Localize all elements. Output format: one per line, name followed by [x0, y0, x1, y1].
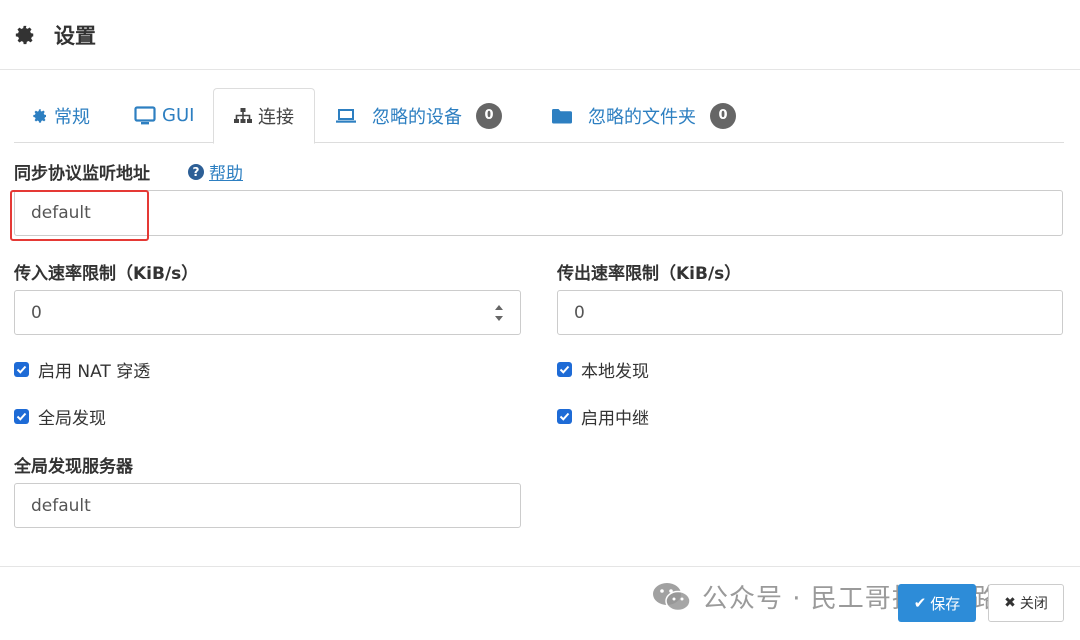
input-value: default — [31, 495, 91, 516]
question-icon: ? — [188, 163, 204, 180]
tab-label: 忽略的设备 — [372, 106, 462, 128]
dialog-title: 设置 — [54, 23, 96, 48]
global-server-input[interactable]: default — [14, 483, 521, 528]
close-button[interactable]: ✖ 关闭 — [988, 584, 1064, 622]
folder-icon — [552, 108, 572, 124]
checkbox-checked-icon[interactable] — [557, 362, 572, 377]
count-badge: 0 — [710, 102, 736, 129]
incoming-rate-input[interactable]: 0 — [14, 290, 521, 335]
footer-divider — [0, 566, 1080, 567]
monitor-icon — [134, 105, 156, 126]
checkbox-global-discovery[interactable]: 全局发现 — [14, 404, 106, 429]
tab-ignored-folders[interactable]: 忽略的文件夹 0 — [552, 88, 736, 143]
tab-connection[interactable]: 连接 — [213, 88, 315, 144]
sitemap-icon — [234, 108, 252, 124]
dialog-header: 设置 — [0, 0, 1080, 70]
spinner-arrows-icon[interactable] — [494, 304, 504, 322]
tab-label: 常规 — [54, 106, 90, 128]
incoming-rate-label: 传入速率限制（KiB/s） — [14, 264, 199, 284]
input-value: 0 — [31, 302, 42, 323]
input-value: 0 — [574, 302, 585, 323]
laptop-icon — [336, 108, 356, 124]
count-badge: 0 — [476, 102, 502, 129]
wechat-icon — [653, 582, 691, 611]
checkbox-label: 本地发现 — [581, 362, 649, 382]
save-button[interactable]: ✔ 保存 — [898, 584, 976, 622]
global-server-label: 全局发现服务器 — [14, 457, 133, 477]
tab-label: GUI — [162, 105, 195, 126]
tab-ignored-devices[interactable]: 忽略的设备 0 — [336, 88, 502, 143]
tab-label: 连接 — [258, 107, 294, 128]
checkbox-label: 启用中继 — [581, 409, 649, 429]
checkbox-checked-icon[interactable] — [14, 409, 29, 424]
checkbox-nat[interactable]: 启用 NAT 穿透 — [14, 357, 150, 382]
checkbox-local-discovery[interactable]: 本地发现 — [557, 357, 649, 382]
gear-icon — [15, 25, 34, 44]
check-icon: ✔ — [913, 594, 927, 612]
tab-gui[interactable]: GUI — [134, 88, 194, 143]
gear-icon — [32, 108, 48, 124]
checkbox-label: 启用 NAT 穿透 — [38, 362, 151, 382]
outgoing-rate-label: 传出速率限制（KiB/s） — [557, 264, 742, 284]
outgoing-rate-input[interactable]: 0 — [557, 290, 1063, 335]
checkbox-label: 全局发现 — [38, 409, 106, 429]
settings-tabs: 常规 GUI 连接 忽略的设备 0 忽略的文件夹 0 — [14, 88, 1064, 144]
close-label: 关闭 — [1019, 596, 1048, 612]
tab-label: 忽略的文件夹 — [588, 106, 696, 128]
tab-general[interactable]: 常规 — [32, 88, 90, 143]
help-label: 帮助 — [209, 164, 243, 184]
annotation-highlight-box — [10, 190, 149, 241]
sync-listen-label: 同步协议监听地址 — [14, 164, 150, 184]
sync-listen-input[interactable]: default — [14, 190, 1063, 236]
checkbox-checked-icon[interactable] — [14, 362, 29, 377]
save-label: 保存 — [930, 594, 961, 613]
close-icon: ✖ — [1004, 595, 1016, 611]
checkbox-checked-icon[interactable] — [557, 409, 572, 424]
help-link[interactable]: ? 帮助 — [188, 159, 243, 184]
checkbox-relay[interactable]: 启用中继 — [557, 404, 649, 429]
